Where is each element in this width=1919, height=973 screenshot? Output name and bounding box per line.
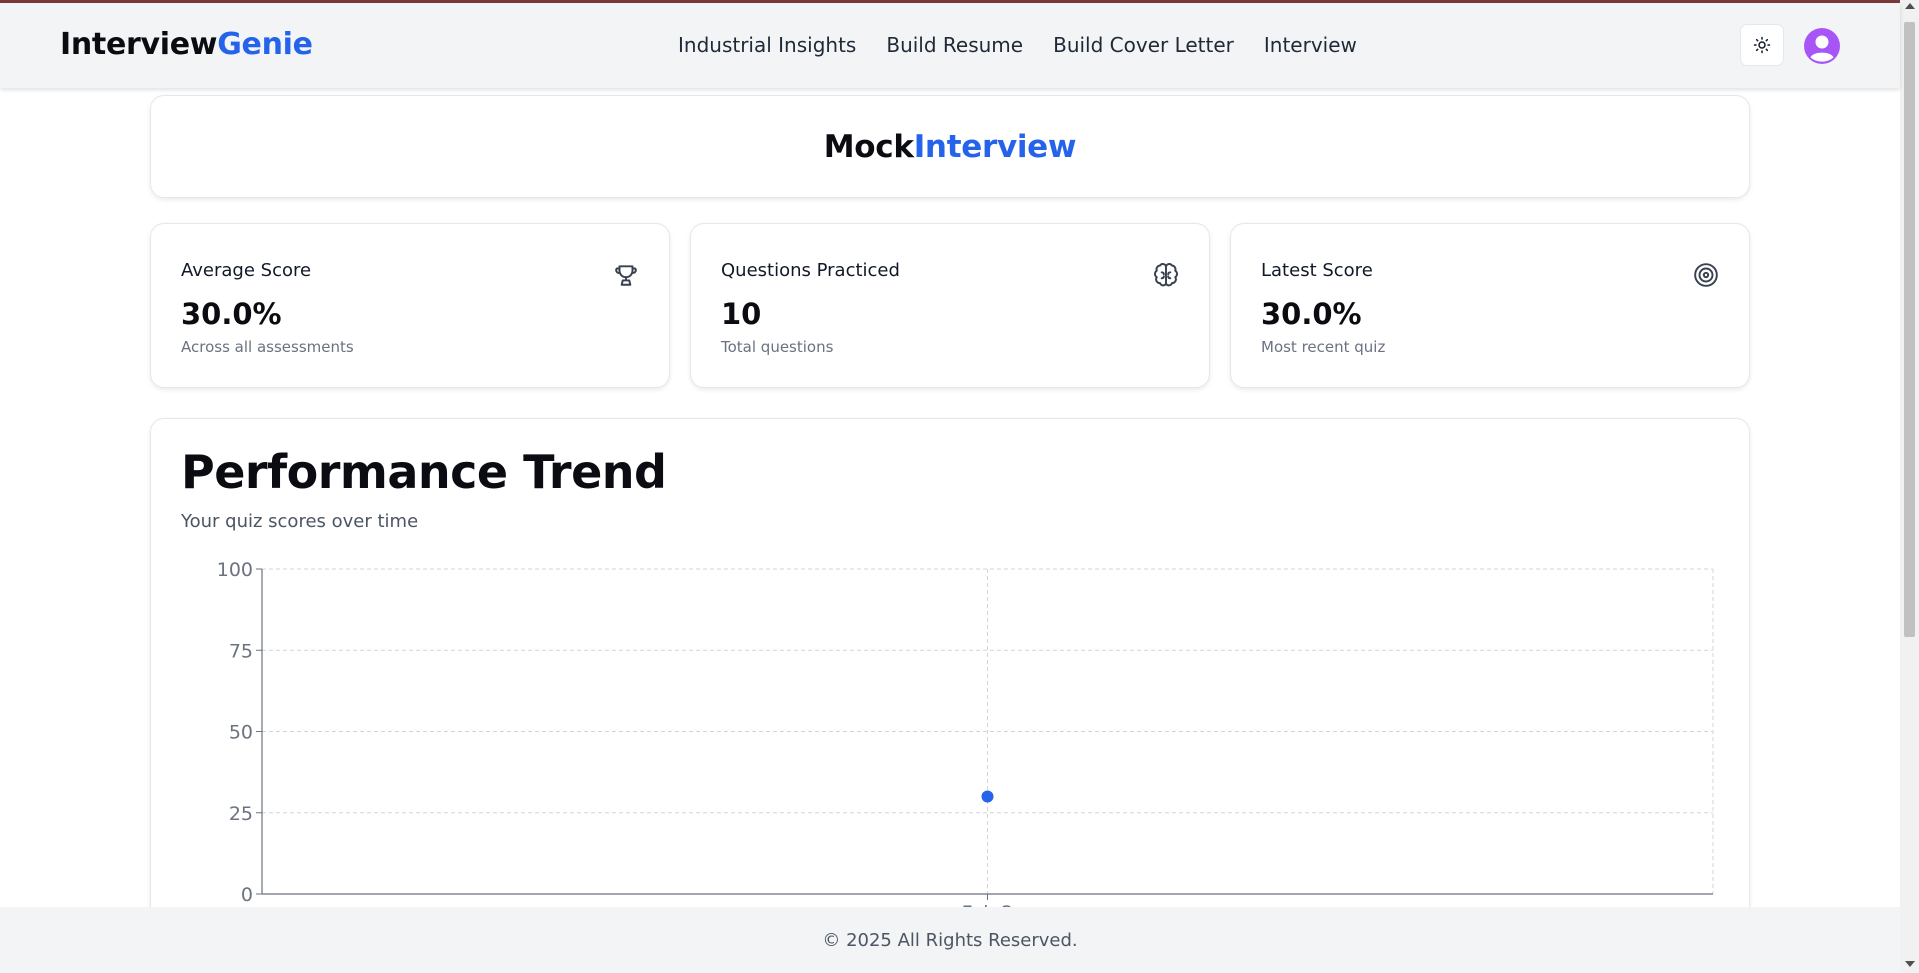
stat-subtitle: Total questions [721,338,834,356]
y-tick-label: 100 [217,559,253,581]
scroll-up-arrow-icon[interactable] [1905,3,1915,9]
theme-toggle-button[interactable] [1740,24,1784,66]
brain-icon [1154,263,1178,287]
y-tick-label: 50 [229,722,253,744]
stat-card-latest-score: Latest Score 30.0% Most recent quiz [1230,223,1750,388]
y-tick-label: 0 [241,884,253,906]
stat-card-average-score: Average Score 30.0% Across all assessmen… [150,223,670,388]
y-tick-label: 25 [229,803,253,825]
page-title-primary: Mock [823,128,914,165]
stat-card-questions-practiced: Questions Practiced 10 Total questions [690,223,1210,388]
nav-link-industrial-insights[interactable]: Industrial Insights [678,33,856,57]
footer-copyright: © 2025 All Rights Reserved. [822,929,1078,951]
stat-subtitle: Across all assessments [181,338,354,356]
stat-value: 10 [721,297,762,331]
data-point [981,790,994,803]
stat-title: Questions Practiced [721,260,900,281]
brand-logo[interactable]: InterviewGenie [60,27,313,62]
scroll-down-arrow-icon[interactable] [1905,961,1915,967]
trophy-icon [615,265,637,286]
user-avatar-icon[interactable] [1804,28,1840,64]
brand-primary: Interview [60,27,218,62]
trend-subtitle: Your quiz scores over time [181,511,419,532]
stat-title: Latest Score [1261,260,1373,281]
top-navbar: InterviewGenie Industrial Insights Build… [0,3,1900,88]
performance-chart: 0255075100Feb 2 [217,559,1714,909]
page-title: MockInterview [824,129,1077,165]
brand-accent: Genie [217,27,313,62]
stat-value: 30.0% [181,297,282,331]
performance-trend-card: Performance Trend Your quiz scores over … [150,418,1750,973]
target-icon [1694,263,1718,287]
scroll-thumb[interactable] [1904,22,1915,637]
y-tick-label: 75 [229,640,253,662]
stat-title: Average Score [181,260,312,281]
page-footer: © 2025 All Rights Reserved. [0,907,1900,973]
nav-links: Industrial Insights Build Resume Build C… [678,33,1357,57]
page-header-card: MockInterview [150,95,1750,198]
stat-subtitle: Most recent quiz [1261,338,1386,356]
sun-icon [1753,36,1771,54]
trend-title: Performance Trend [181,445,667,499]
nav-link-build-cover-letter[interactable]: Build Cover Letter [1053,33,1234,57]
nav-link-interview[interactable]: Interview [1264,33,1357,57]
page-scrollbar[interactable] [1900,0,1919,973]
nav-link-build-resume[interactable]: Build Resume [886,33,1023,57]
page-title-accent: Interview [913,128,1077,165]
stat-value: 30.0% [1261,297,1362,331]
